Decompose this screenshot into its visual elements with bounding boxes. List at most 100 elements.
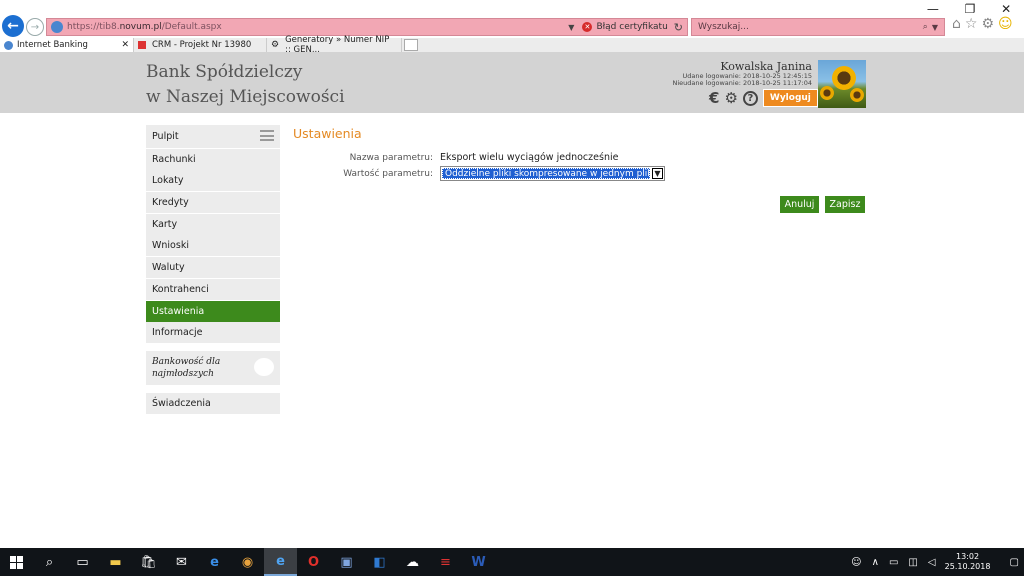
certificate-error[interactable]: ✕ Błąd certyfikatu <box>582 22 668 32</box>
settings-gear-icon[interactable]: ⚙ <box>724 89 737 107</box>
address-bar-row: ← → https://tib8.novum.pl/Default.aspx ▼… <box>0 15 1024 38</box>
people-icon[interactable]: ☺ <box>851 557 861 568</box>
word-icon[interactable]: W <box>462 548 495 576</box>
sidebar-item-rachunki[interactable]: Rachunki <box>146 148 280 170</box>
ie-favicon-icon <box>51 21 63 33</box>
param-name-value: Eksport wielu wyciągów jednocześnie <box>440 152 619 163</box>
minimize-icon[interactable]: — <box>927 2 939 16</box>
browser-tabs: Internet Banking ✕ CRM - Projekt Nr 1398… <box>0 35 1024 55</box>
help-icon[interactable]: ? <box>742 90 758 106</box>
param-name-label: Nazwa parametru: <box>349 152 433 163</box>
sidebar-item-label: Pulpit <box>152 131 179 142</box>
crm-tab-icon <box>138 41 146 49</box>
sidebar-item-informacje[interactable]: Informacje <box>146 322 280 344</box>
windows-start-icon[interactable] <box>0 548 33 576</box>
promo-line2: najmłodszych <box>152 369 214 380</box>
sidebar-item-kontrahenci[interactable]: Kontrahenci <box>146 278 280 300</box>
store-icon[interactable]: 🛍 <box>132 548 165 576</box>
ie-tab-icon <box>4 40 13 50</box>
internet-explorer-icon[interactable]: e <box>264 548 297 576</box>
address-url[interactable]: https://tib8.novum.pl/Default.aspx <box>67 22 568 32</box>
address-dropdown-icon[interactable]: ▼ <box>568 23 574 32</box>
edge-icon[interactable]: e <box>198 548 231 576</box>
stack-app-icon[interactable]: ≡ <box>429 548 462 576</box>
feedback-smiley-icon[interactable]: ☺ <box>998 16 1013 32</box>
sidebar-item-waluty[interactable]: Waluty <box>146 257 280 279</box>
chevron-up-icon[interactable]: ∧ <box>872 557 879 568</box>
logout-button[interactable]: Wyloguj <box>762 89 818 107</box>
sidebar-item-label: Kontrahenci <box>152 283 209 295</box>
cert-error-icon: ✕ <box>582 22 593 32</box>
search-dropdown-icon[interactable]: ▼ <box>932 23 938 32</box>
sidebar-item-wnioski[interactable]: Wnioski <box>146 235 280 257</box>
sidebar-item-label: Kredyty <box>152 197 189 209</box>
file-explorer-icon[interactable]: ▬ <box>99 548 132 576</box>
windows-taskbar: ⌕ ▭ ▬ 🛍 ✉ e ◉ e O ▣ ◧ ☁ ≡ W ☺ ∧ ▭ ◫ ◁ 13… <box>0 548 1024 576</box>
bank-name-line1: Bank Spółdzielczy <box>146 62 303 82</box>
sidebar-item-label: Ustawienia <box>152 305 205 317</box>
search-input[interactable] <box>698 22 923 32</box>
chrome-icon[interactable]: ◉ <box>231 548 264 576</box>
chevron-down-icon[interactable]: ▼ <box>652 168 663 179</box>
system-tray: ☺ ∧ ▭ ◫ ◁ 13:02 25.10.2018 ▢ <box>846 548 1024 576</box>
sidebar-item-label: Informacje <box>152 327 203 339</box>
bank-logo-text[interactable]: Bank Spółdzielczy w Naszej Miejscowości <box>146 60 345 110</box>
failed-login: Nieudane logowanie: 2018-10-25 11:17:04 <box>672 79 812 87</box>
address-bar[interactable]: https://tib8.novum.pl/Default.aspx ▼ ✕ Bł… <box>46 18 688 36</box>
hamburger-menu-icon[interactable] <box>260 130 274 141</box>
tab-internet-banking[interactable]: Internet Banking ✕ <box>0 38 134 52</box>
save-disk-icon[interactable]: ▣ <box>330 548 363 576</box>
new-tab-button[interactable] <box>404 39 418 51</box>
sidebar-item-swiadczenia[interactable]: Świadczenia <box>146 393 280 415</box>
home-icon[interactable]: ⌂ <box>952 16 961 32</box>
save-button[interactable]: Zapisz <box>825 196 865 213</box>
sidebar-item-lokaty[interactable]: Lokaty <box>146 170 280 192</box>
forward-arrow-icon[interactable]: → <box>26 18 44 36</box>
sidebar-item-label: Karty <box>152 218 178 230</box>
search-icon[interactable]: ⌕ <box>923 22 928 32</box>
page-title: Ustawienia <box>293 126 362 141</box>
sidebar-item-label: Lokaty <box>152 175 184 187</box>
sidebar-menu: Pulpit Rachunki Lokaty Kredyty Karty Wni… <box>146 125 280 415</box>
opera-icon[interactable]: O <box>297 548 330 576</box>
cancel-button[interactable]: Anuluj <box>780 196 819 213</box>
bank-header: Bank Spółdzielczy w Naszej Miejscowości … <box>0 52 1024 113</box>
user-avatar <box>818 60 866 108</box>
param-name-row: Nazwa parametru: Eksport wielu wyciągów … <box>293 152 619 163</box>
sidebar-item-label: Wnioski <box>152 240 189 252</box>
back-arrow-icon[interactable]: ← <box>2 15 24 37</box>
close-icon[interactable]: ✕ <box>1001 2 1011 16</box>
tab-close-icon[interactable]: ✕ <box>121 40 129 50</box>
sidebar-item-karty[interactable]: Karty <box>146 213 280 235</box>
sidebar-item-ustawienia[interactable]: Ustawienia <box>146 300 280 322</box>
browser-toolbar: ⌂ ☆ ⚙ ☺ <box>952 16 1013 32</box>
header-actions: € ⚙ ? Wyloguj <box>709 89 818 107</box>
promo-line1: Bankowość dla <box>152 357 221 368</box>
euro-icon[interactable]: € <box>709 89 719 107</box>
param-value-label: Wartość parametru: <box>343 168 433 179</box>
favorites-star-icon[interactable]: ☆ <box>965 16 978 32</box>
remote-desktop-icon[interactable]: ☁ <box>396 548 429 576</box>
volume-icon[interactable]: ◁ <box>928 557 936 568</box>
param-value-row: Wartość parametru: Oddzielne pliki skomp… <box>293 166 665 181</box>
outlook-icon[interactable]: ◧ <box>363 548 396 576</box>
param-value-select[interactable]: Oddzielne pliki skompresowane w jednym p… <box>440 166 665 181</box>
refresh-icon[interactable]: ↻ <box>674 21 683 34</box>
bank-name-line2: w Naszej Miejscowości <box>146 87 345 107</box>
restore-icon[interactable]: ❐ <box>965 2 976 16</box>
notification-icon[interactable]: ▢ <box>1010 557 1019 568</box>
settings-gear-icon[interactable]: ⚙ <box>981 16 994 32</box>
sidebar-promo-kids[interactable]: Bankowość dla najmłodszych <box>146 351 280 386</box>
tab-generatory[interactable]: ⚙ Generatory » Numer NIP :: GEN... <box>267 35 402 55</box>
sidebar-item-label: Świadczenia <box>152 398 211 410</box>
clock[interactable]: 13:02 25.10.2018 <box>941 552 995 572</box>
search-icon[interactable]: ⌕ <box>33 548 66 576</box>
network-icon[interactable]: ◫ <box>908 557 917 568</box>
tab-crm[interactable]: CRM - Projekt Nr 13980 <box>134 38 267 52</box>
battery-icon[interactable]: ▭ <box>889 557 898 568</box>
task-view-icon[interactable]: ▭ <box>66 548 99 576</box>
sidebar-item-pulpit[interactable]: Pulpit <box>146 125 280 148</box>
mail-icon[interactable]: ✉ <box>165 548 198 576</box>
sidebar-item-kredyty[interactable]: Kredyty <box>146 192 280 214</box>
generator-tab-icon: ⚙ <box>271 40 280 50</box>
